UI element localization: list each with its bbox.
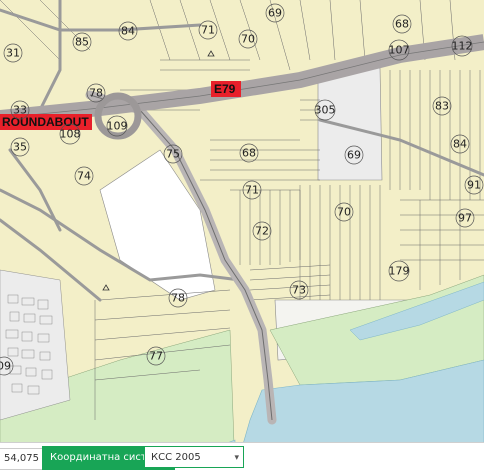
- parcel-number: 109: [107, 120, 128, 133]
- parcel-number: 71: [201, 24, 215, 37]
- parcel-number: 09: [0, 360, 11, 373]
- parcel-number: 112: [452, 40, 473, 53]
- parcel-number: 97: [458, 212, 472, 225]
- parcel-number: 107: [389, 44, 410, 57]
- parcel-number: 35: [13, 141, 27, 154]
- parcel-number: 85: [75, 36, 89, 49]
- parcel-number: 108: [60, 128, 81, 141]
- parcel-number: 70: [241, 33, 255, 46]
- parcel-number: 83: [435, 100, 449, 113]
- parcel-number: 71: [245, 184, 259, 197]
- parcel-number: 31: [6, 47, 20, 60]
- cadastral-map[interactable]: E79 ROUNDABOUT 69 68 31 85 84 71 70 107 …: [0, 0, 484, 472]
- parcel-number: 78: [171, 292, 185, 305]
- parcel-number: 179: [389, 265, 410, 278]
- parcel-number: 78: [89, 87, 103, 100]
- map-bottom-bar: 54,075 Координатна система КСС 2005 ▾: [0, 442, 484, 473]
- parcel-number: 84: [453, 138, 467, 151]
- parcel-number: 33: [13, 104, 27, 117]
- parcel-number: 84: [121, 25, 135, 38]
- settlement-blocks: [0, 269, 71, 421]
- scale-readout: 54,075: [0, 448, 44, 470]
- parcel-number: 75: [166, 148, 180, 161]
- parcel-number: 74: [77, 170, 91, 183]
- parcel-number: 72: [255, 225, 269, 238]
- coordinate-system-value: КСС 2005: [151, 452, 201, 463]
- parcel-number: 91: [467, 179, 481, 192]
- road-label-e79: E79: [211, 81, 241, 97]
- parcel-number: 73: [292, 284, 306, 297]
- parcel-number: 69: [268, 7, 282, 20]
- parcel-number: 77: [149, 350, 163, 363]
- road-label-e79-text: E79: [214, 82, 236, 96]
- parcel-number: 305: [315, 104, 336, 117]
- parcel-number: 68: [242, 147, 256, 160]
- chevron-down-icon: ▾: [234, 453, 239, 463]
- coordinate-system-select[interactable]: КСС 2005 ▾: [144, 446, 244, 468]
- parcel-number: 70: [337, 206, 351, 219]
- parcel-number: 68: [395, 18, 409, 31]
- parcel-number: 69: [347, 149, 361, 162]
